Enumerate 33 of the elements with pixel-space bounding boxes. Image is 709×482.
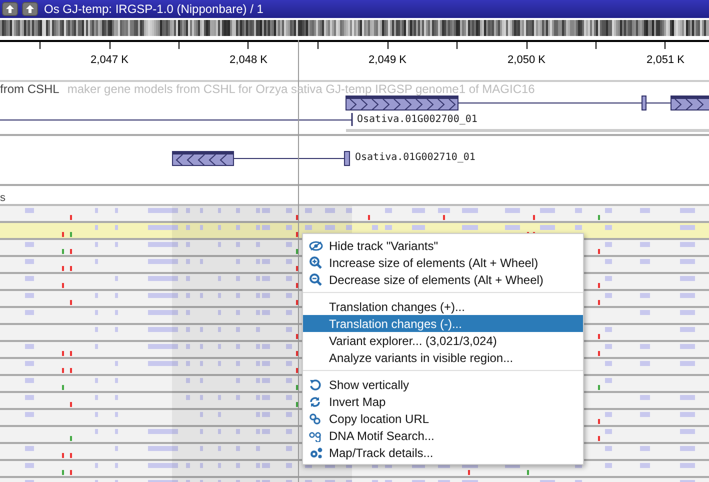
- menu-item[interactable]: Copy location URL: [303, 410, 583, 427]
- ruler-label: 2,049 K: [368, 54, 406, 68]
- zoom-out-icon: [309, 273, 322, 286]
- menu-item[interactable]: Translation changes (+)...: [303, 298, 583, 315]
- ruler-label: 2,047 K: [90, 54, 128, 68]
- link-icon: [309, 412, 321, 424]
- refresh-icon: [309, 396, 321, 408]
- window-title: Os GJ-temp: IRGSP-1.0 (Nipponbare) / 1: [44, 2, 264, 16]
- variant-marks-drawing: [640, 310, 695, 315]
- up-arrow-button[interactable]: [22, 2, 38, 16]
- menu-item[interactable]: Variant explorer... (3,021/3,024): [303, 332, 583, 349]
- menu-item[interactable]: Invert Map: [303, 393, 583, 410]
- menu-item[interactable]: Increase size of elements (Alt + Wheel): [303, 254, 583, 271]
- eye-icon: [309, 240, 323, 250]
- gene-name: Osativa.01G002710_01: [355, 152, 476, 163]
- ruler-label: 2,050 K: [508, 54, 546, 68]
- menu-item[interactable]: Translation changes (-)...: [303, 315, 583, 332]
- variant-marks-drawing: [598, 378, 612, 390]
- menu-item[interactable]: Map/Track details...: [303, 444, 583, 461]
- ruler-label: 2,048 K: [230, 54, 268, 68]
- up-arrow-button[interactable]: [2, 2, 18, 16]
- rotate-icon: [309, 378, 321, 390]
- gene-name: Osativa.01G002700_01: [357, 114, 478, 125]
- menu-item[interactable]: Decrease size of elements (Alt + Wheel): [303, 271, 583, 288]
- menu-item[interactable]: Hide track "Variants": [303, 237, 583, 254]
- ruler-label: 2,051 K: [646, 54, 684, 68]
- track-label: from CSHL: [0, 83, 60, 96]
- menu-item[interactable]: Show vertically: [303, 376, 583, 393]
- menu-item[interactable]: Analyze variants in visible region...: [303, 349, 583, 366]
- zoom-in-icon: [309, 256, 322, 269]
- track-label: s: [0, 192, 6, 204]
- variant-marks-drawing: [640, 395, 695, 400]
- menu-item[interactable]: DNA Motif Search...: [303, 427, 583, 444]
